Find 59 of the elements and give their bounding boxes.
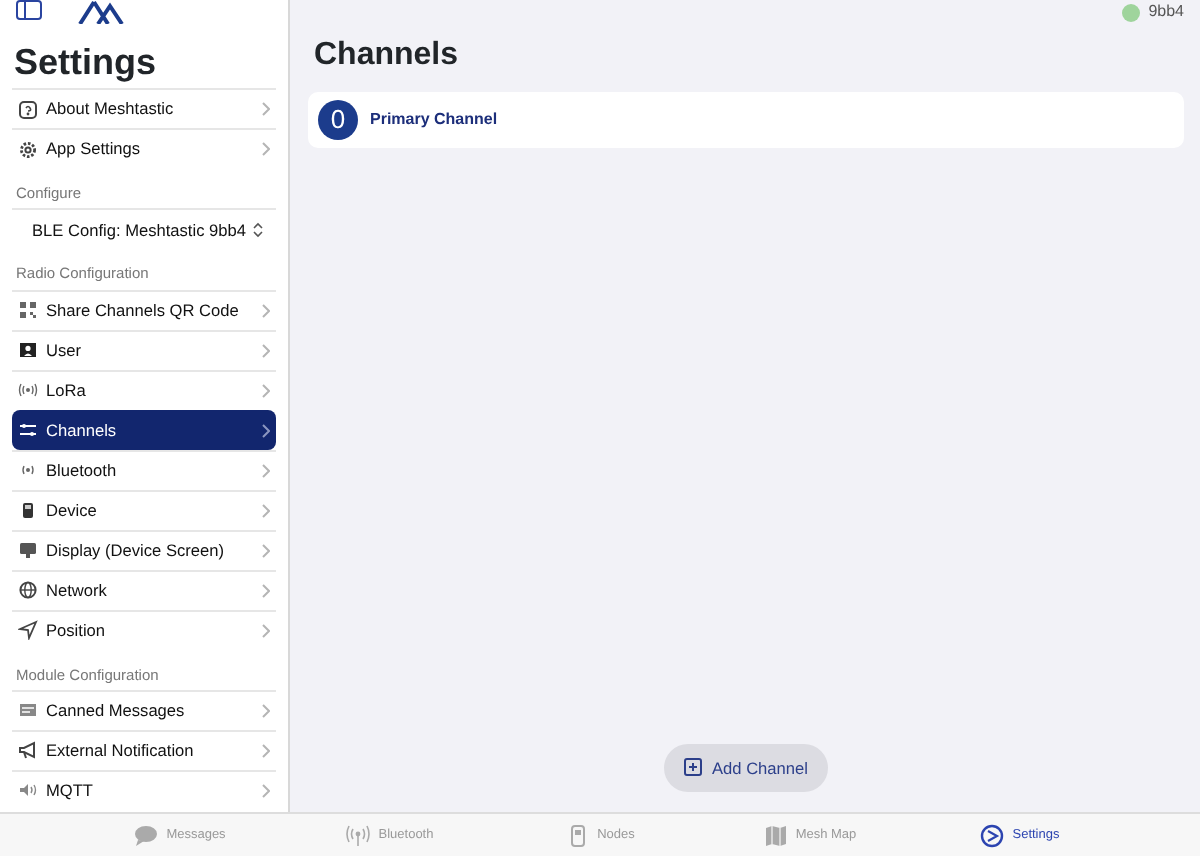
antenna-icon bbox=[346, 823, 371, 847]
channel-name: Primary Channel bbox=[370, 108, 498, 132]
chevron-right-icon bbox=[262, 783, 270, 798]
sliders-icon bbox=[18, 420, 38, 440]
chevron-right-icon bbox=[262, 343, 270, 357]
monitor-icon bbox=[18, 540, 38, 560]
sidebar-item[interactable]: Network bbox=[12, 569, 276, 609]
chevron-right-icon bbox=[262, 463, 270, 477]
chevron-right-icon bbox=[262, 543, 270, 557]
chevron-right-icon bbox=[262, 703, 270, 718]
chevron-right-icon bbox=[262, 583, 270, 597]
node-status-icon bbox=[1122, 3, 1141, 21]
sidebar-item[interactable]: Bluetooth bbox=[12, 449, 276, 489]
sidebar-item[interactable]: Position bbox=[12, 609, 276, 649]
sidebar-item[interactable]: Device bbox=[12, 489, 276, 529]
sidebar-item[interactable]: External Notification bbox=[12, 729, 276, 770]
location-arrow-icon bbox=[18, 620, 38, 640]
sidebar-item[interactable]: App Settings bbox=[12, 128, 276, 168]
circle-play-icon bbox=[980, 823, 1005, 847]
device-picker[interactable]: BLE Config: Meshtastic 9bb4 bbox=[12, 208, 276, 249]
chevron-right-icon bbox=[262, 383, 270, 397]
device-icon bbox=[565, 823, 590, 847]
sidebar-item[interactable]: Canned Messages bbox=[12, 689, 276, 730]
antenna-icon bbox=[18, 380, 38, 400]
sidebar-title: Settings bbox=[14, 40, 159, 84]
plus-square-icon bbox=[684, 758, 702, 777]
logo-icon bbox=[78, 0, 126, 24]
chevron-right-icon bbox=[262, 423, 270, 437]
chevron-right-icon bbox=[262, 503, 270, 517]
gear-icon bbox=[18, 139, 38, 159]
device-icon bbox=[18, 500, 38, 520]
channel-index: 0 bbox=[318, 100, 358, 140]
map-icon bbox=[763, 823, 788, 847]
info-icon bbox=[18, 99, 38, 119]
channel-row[interactable]: 0 Primary Channel bbox=[308, 92, 1184, 148]
message-list-icon bbox=[18, 700, 38, 721]
qr-code-icon bbox=[18, 300, 38, 320]
sidebar-item[interactable]: Share Channels QR Code bbox=[12, 289, 276, 329]
antenna-icon bbox=[18, 460, 38, 480]
megaphone-icon bbox=[18, 740, 38, 761]
chevron-right-icon bbox=[262, 303, 270, 317]
add-channel-button[interactable]: Add Channel bbox=[664, 743, 828, 792]
speaker-waves-icon bbox=[18, 780, 38, 801]
node-name: 9bb4 bbox=[1148, 0, 1184, 24]
sidebar-item[interactable]: About Meshtastic bbox=[12, 88, 276, 128]
chevron-right-icon bbox=[262, 102, 270, 116]
chevron-right-icon bbox=[262, 743, 270, 758]
chevron-right-icon bbox=[262, 142, 270, 156]
sidebar-toggle-icon[interactable] bbox=[16, 0, 42, 20]
page-title: Channels bbox=[314, 36, 461, 76]
sidebar-item[interactable]: User bbox=[12, 329, 276, 369]
chevron-right-icon bbox=[262, 623, 270, 637]
sidebar-item[interactable]: MQTT bbox=[12, 769, 276, 810]
person-card-icon bbox=[18, 340, 38, 360]
globe-icon bbox=[18, 580, 38, 600]
sidebar-item[interactable]: Display (Device Screen) bbox=[12, 529, 276, 569]
up-down-chevron-icon bbox=[252, 221, 264, 238]
sidebar-item[interactable]: Channels bbox=[12, 409, 276, 449]
speech-bubble-icon bbox=[134, 823, 159, 847]
